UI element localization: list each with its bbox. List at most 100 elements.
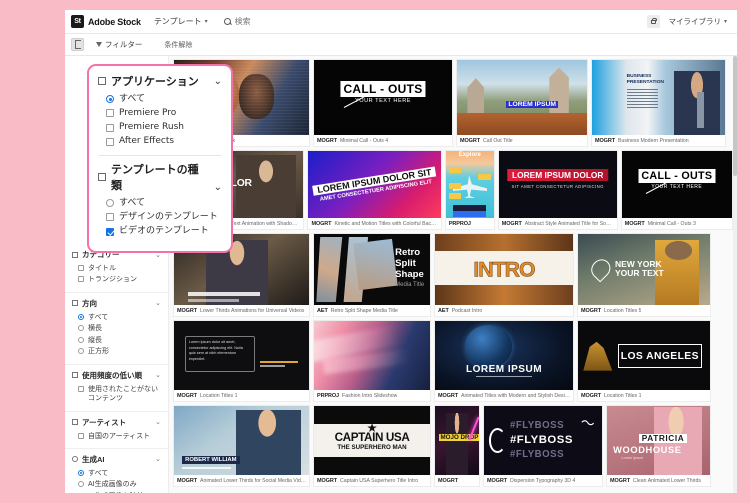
template-thumbnail[interactable]: MOJO DROP (435, 406, 479, 475)
template-type-group-header[interactable]: テンプレートの種類 ⌄ (98, 161, 222, 193)
filter-option[interactable]: AI生成画像のみ (72, 479, 161, 490)
page-frame: St Adobe Stock テンプレート ▾ 検索 マイライブラリ ▾ フィル… (0, 0, 750, 503)
filter-option[interactable]: タイトル (72, 263, 161, 274)
nav-template-dropdown[interactable]: テンプレート ▾ (154, 16, 208, 27)
template-card[interactable]: MOJO DROP MOGRT (434, 405, 480, 487)
checkbox-icon[interactable] (106, 137, 114, 146)
filter-option[interactable]: すべて (98, 196, 222, 210)
radio-icon[interactable] (78, 313, 84, 320)
filter-option[interactable]: 横長 (72, 323, 161, 334)
template-card[interactable]: PRPROJ Fashion Intro Slideshow (313, 320, 431, 402)
lock-button[interactable] (647, 15, 661, 28)
my-library-menu[interactable]: マイライブラリ ▾ (668, 16, 727, 27)
chevron-down-icon[interactable]: ⌄ (155, 418, 161, 426)
chevron-down-icon[interactable]: ⌄ (155, 455, 161, 463)
sidebar-group-header[interactable]: 使用頻度の低い順 ⌄ (72, 370, 161, 381)
template-thumbnail[interactable]: LOREM IPSUM (457, 60, 587, 135)
search-field[interactable]: 検索 (223, 16, 251, 27)
sidebar-group-header[interactable]: アーティスト ⌄ (72, 417, 161, 428)
panel-toggle-icon[interactable] (71, 38, 84, 51)
template-thumbnail[interactable]: LOS ANGELES (578, 321, 710, 390)
radio-icon[interactable] (78, 325, 84, 332)
radio-icon[interactable] (78, 336, 84, 343)
filter-option[interactable]: Premiere Pro (98, 106, 222, 120)
template-thumbnail[interactable]: LOREM IPSUM DOLOR SIT AMET CONSECTETUER A… (308, 151, 441, 218)
checkbox-icon[interactable] (78, 276, 84, 283)
template-card[interactable]: LOREM IPSUM MOGRT Call Out Title (456, 59, 588, 147)
template-card[interactable]: CALL - OUTS YOUR TEXT HERE MOGRT Minimal Ca… (620, 150, 733, 230)
template-thumbnail[interactable]: NEW YORK YOUR TEXT (578, 234, 710, 305)
checkbox-icon[interactable] (78, 432, 84, 439)
checkbox-icon[interactable] (106, 213, 114, 222)
filter-option[interactable]: 自国のアーティスト (72, 431, 161, 442)
checkbox-icon[interactable] (106, 109, 114, 118)
checkbox-icon[interactable] (78, 385, 84, 392)
template-thumbnail[interactable]: LOREM IPSUM DOLOR SIT AMET CONSECTETUR AD… (498, 151, 617, 218)
clear-filters-button[interactable]: 条件解除 (164, 40, 192, 50)
template-thumbnail[interactable]: INTRO (435, 234, 573, 305)
sidebar-group-header[interactable]: 方向 ⌄ (72, 298, 161, 309)
filter-option[interactable]: AI生成画像を除外 (72, 491, 161, 493)
template-caption: MOGRT Business Modern Presentation (592, 135, 725, 146)
template-thumbnail[interactable]: Lorem ipsum dolor sit amet, consectetur … (174, 321, 309, 390)
template-card[interactable]: NEW YORK YOUR TEXT MOGRT Location Titles 5 (577, 233, 711, 317)
nav-template-label: テンプレート (153, 17, 202, 26)
filter-option[interactable]: デザインのテンプレート (98, 210, 222, 224)
filter-option[interactable]: Premiere Rush (98, 121, 222, 135)
filter-option[interactable]: トランジション (72, 274, 161, 285)
application-group-header[interactable]: アプリケーション ⌄ (98, 73, 222, 89)
template-card[interactable]: Retro Split Shape Media Title AET Retro Split… (313, 233, 431, 317)
template-card[interactable]: PATRICIA WOODHOUSE Lorem ipsum MOGRT Clean A… (606, 405, 711, 487)
template-card[interactable]: LOREM IPSUM MOGRT Animated Titles with Mod… (434, 320, 574, 402)
filter-option[interactable]: すべて (72, 468, 161, 479)
template-card[interactable]: BUSINESS PRESENTATION MOGRT Business Moder… (591, 59, 726, 147)
filter-option[interactable]: ビデオのテンプレート (98, 225, 222, 239)
template-thumbnail[interactable]: PATRICIA WOODHOUSE Lorem ipsum (607, 406, 710, 475)
checkbox-icon[interactable] (78, 265, 84, 271)
template-card[interactable]: LOREM IPSUM DOLOR SIT AMET CONSECTETUR AD… (497, 150, 618, 230)
chevron-down-icon: ⌄ (213, 75, 222, 87)
template-thumbnail[interactable]: CAPTAIN USA THE SUPERHERO MAN ★ (314, 406, 430, 475)
filter-button[interactable]: フィルター (96, 39, 142, 50)
template-caption: PRPROJ (445, 218, 494, 229)
radio-icon[interactable] (106, 199, 114, 207)
radio-icon[interactable] (78, 348, 84, 355)
template-thumbnail[interactable]: LOREM IPSUM (435, 321, 573, 390)
filter-option[interactable]: After Effects (98, 135, 222, 149)
filter-option[interactable]: 使用されたことがないコンテンツ (72, 384, 161, 405)
filter-option[interactable]: 正方形 (72, 346, 161, 357)
template-card[interactable]: CAPTAIN USA THE SUPERHERO MAN ★ MOGRT Captai… (313, 405, 431, 487)
template-card[interactable]: ROBERT WILLIAM MOGRT Animated Lower Thirds… (173, 405, 310, 487)
template-card[interactable]: INTRO AET Podcast Intro (434, 233, 574, 317)
template-thumbnail[interactable]: Retro Split Shape Media Title (314, 234, 430, 305)
template-thumbnail[interactable]: ROBERT WILLIAM (174, 406, 309, 475)
template-thumbnail[interactable]: CALL - OUTS YOUR TEXT HERE (314, 60, 452, 135)
template-card[interactable]: CALL - OUTS YOUR TEXT HERE MOGRT Minimal Ca… (313, 59, 453, 147)
template-card[interactable]: Lorem ipsum dolor sit amet, consectetur … (173, 320, 310, 402)
template-thumbnail[interactable] (314, 321, 430, 390)
template-thumbnail[interactable]: #FLYBOSS #FLYBOSS #FLYBOSS 〜 (484, 406, 602, 475)
vertical-scrollbar[interactable] (733, 56, 737, 493)
chevron-down-icon[interactable]: ⌄ (155, 299, 161, 307)
thumbnail-art: LOREM IPSUM (457, 60, 587, 135)
sidebar-group-title: アーティスト (82, 417, 127, 427)
checkbox-icon[interactable] (106, 123, 114, 132)
chevron-down-icon[interactable]: ⌄ (155, 371, 161, 379)
sidebar-group-header[interactable]: 生成AI ⌄ (72, 454, 161, 465)
radio-icon[interactable] (78, 481, 84, 488)
radio-icon[interactable] (78, 469, 84, 476)
results-row: AETVHS Old Film PackCALL - OUTSYOUR TEXT… (173, 59, 733, 147)
filter-option[interactable]: すべて (98, 92, 222, 106)
template-card[interactable]: #FLYBOSS #FLYBOSS #FLYBOSS 〜 MOGRT Dispersion… (483, 405, 603, 487)
template-card[interactable]: LOREM IPSUM DOLOR SIT AMET CONSECTETUER A… (307, 150, 442, 230)
template-card[interactable]: Explore PRPROJ (444, 150, 495, 230)
filter-option[interactable]: すべて (72, 312, 161, 323)
template-thumbnail[interactable]: CALL - OUTS YOUR TEXT HERE (621, 151, 732, 218)
template-card[interactable]: LOS ANGELES MOGRT Location Titles 1 (577, 320, 711, 402)
filter-option[interactable]: 縦長 (72, 335, 161, 346)
scrollbar-thumb[interactable] (733, 56, 737, 176)
checkbox-icon[interactable] (106, 227, 114, 236)
template-thumbnail[interactable]: Explore (445, 151, 494, 218)
template-thumbnail[interactable]: BUSINESS PRESENTATION (592, 60, 725, 135)
radio-icon[interactable] (106, 95, 114, 103)
